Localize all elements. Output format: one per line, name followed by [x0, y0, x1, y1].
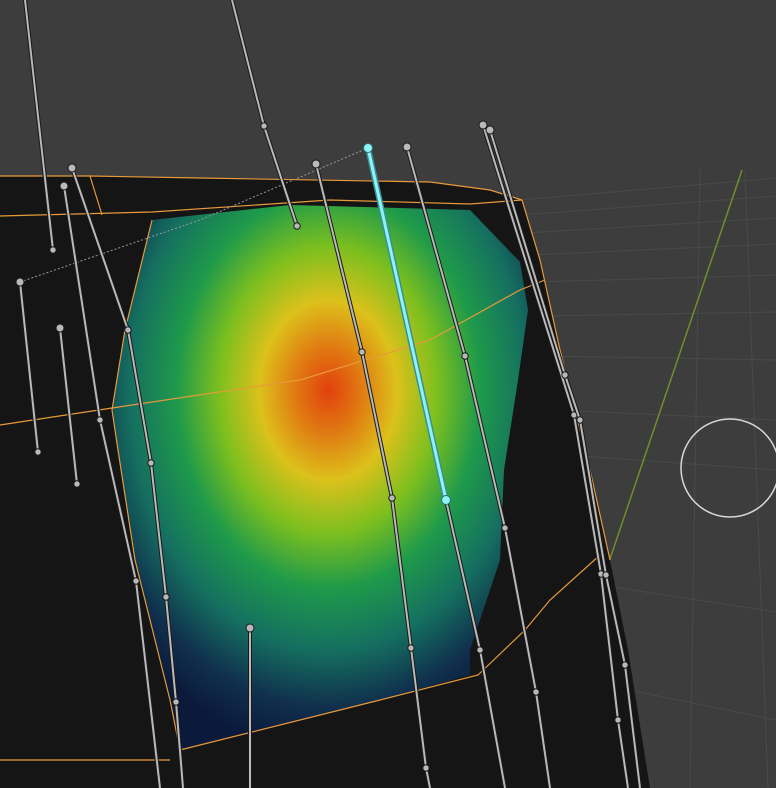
- bone-joint[interactable]: [132, 577, 140, 585]
- bone-joint[interactable]: [293, 222, 301, 230]
- bone-joint[interactable]: [34, 448, 42, 456]
- bone-joint[interactable]: [485, 125, 495, 135]
- bone-joint[interactable]: [614, 716, 622, 724]
- bone-joint[interactable]: [124, 326, 132, 334]
- bone-joint[interactable]: [461, 352, 469, 360]
- bone-joint[interactable]: [49, 246, 57, 254]
- bone-joint[interactable]: [407, 644, 415, 652]
- bone-joint[interactable]: [96, 416, 104, 424]
- bone-joint-active[interactable]: [441, 495, 451, 505]
- bone-joint[interactable]: [501, 524, 509, 532]
- bone-joint[interactable]: [311, 159, 321, 169]
- bone-joint-active[interactable]: [363, 143, 373, 153]
- bone-joint[interactable]: [402, 142, 412, 152]
- bone-joint[interactable]: [532, 688, 540, 696]
- y-axis-line: [595, 169, 743, 601]
- bone-joint[interactable]: [576, 416, 584, 424]
- bone-joint[interactable]: [73, 480, 81, 488]
- bone-joint[interactable]: [162, 593, 170, 601]
- 3d-viewport[interactable]: [0, 0, 776, 788]
- bone-joint[interactable]: [561, 371, 569, 379]
- bone-joint[interactable]: [358, 348, 366, 356]
- bone-joint[interactable]: [59, 181, 69, 191]
- bone-joint[interactable]: [245, 623, 255, 633]
- bone-joint[interactable]: [15, 277, 25, 287]
- bone-joint[interactable]: [388, 494, 396, 502]
- bone-joint[interactable]: [67, 163, 77, 173]
- bone-joint[interactable]: [476, 646, 484, 654]
- bone-joint[interactable]: [260, 122, 268, 130]
- bone-joint[interactable]: [55, 323, 65, 333]
- bone-joint[interactable]: [478, 120, 488, 130]
- viewport-scene[interactable]: [0, 0, 776, 788]
- bone-joint[interactable]: [172, 698, 180, 706]
- bone-joint[interactable]: [147, 459, 155, 467]
- mesh-object[interactable]: [0, 175, 650, 788]
- bone-joint[interactable]: [602, 571, 610, 579]
- bone-joint[interactable]: [422, 764, 430, 772]
- bone-joint[interactable]: [621, 661, 629, 669]
